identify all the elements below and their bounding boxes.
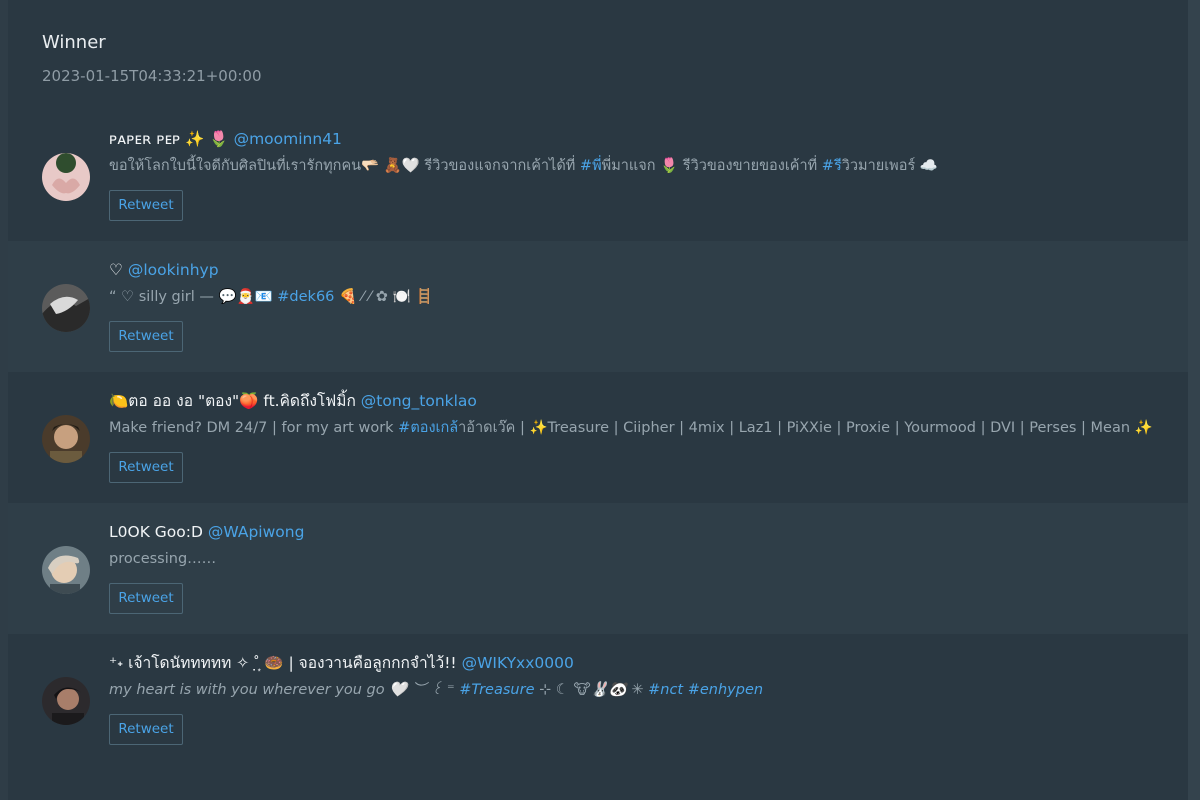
entry-row: ♡ @lookinhyp “ ♡ silly girl — 💬🎅📧 #dek66 … (8, 241, 1188, 372)
hashtag-link[interactable]: #พ (580, 158, 602, 174)
avatar-bw-photo[interactable] (42, 284, 90, 332)
user-name-line: ♡ @lookinhyp (109, 259, 219, 281)
bio-text: ขอให้โลกใบนี้ใจดีกับศิลปินที่เรารักทุกคน… (109, 158, 580, 174)
hashtag-link[interactable]: #dek66 (277, 289, 334, 305)
page-title: Winner (42, 32, 106, 53)
bio-text: ีวิวมายเพอร์ ☁️ (841, 158, 938, 174)
user-handle-link[interactable]: @moominn41 (234, 130, 342, 148)
hashtag-link[interactable]: #nct #enhypen (648, 682, 763, 698)
retweet-button[interactable]: Retweet (109, 452, 183, 483)
retweet-button[interactable]: Retweet (109, 321, 183, 352)
user-handle-link[interactable]: @lookinhyp (128, 261, 219, 279)
entry-row: ᴘᴀᴘᴇʀ ᴘᴇᴘ ✨ 🌷 @moominn41 ขอให้โลกใบนี้ใจด… (8, 110, 1188, 241)
bio-text: ⊹ ☾ 🐮🐰🐼 ✳ (534, 682, 649, 698)
user-bio: processing…… (109, 548, 216, 570)
user-name-line: ⁺˖ เจ้าโดนัททททท ✧ ˚̣̣̣͙ 🍩 | จองวานคือลู… (109, 652, 574, 674)
bio-text: 🍕 ⁄ ⁄ ✿ 🍽️ 🪜 (334, 289, 434, 305)
avatar-person-photo[interactable] (42, 415, 90, 463)
user-handle-link[interactable]: @WApiwong (208, 523, 305, 541)
hashtag-link[interactable]: #ร (822, 158, 842, 174)
bio-text: my heart is with you wherever you go 🤍 ︶… (109, 682, 460, 698)
bio-text: Make friend? DM 24/7 | for my art work (109, 420, 399, 436)
hashtag-link[interactable]: #Treasure (459, 682, 534, 698)
entry-row: ⁺˖ เจ้าโดนัททททท ✧ ˚̣̣̣͙ 🍩 | จองวานคือลู… (8, 634, 1188, 765)
avatar-blonde-photo[interactable] (42, 546, 90, 594)
display-name: 🍋ตอ ออ งอ "ตอง"🍑 ft.คิดถึงโฟมิ้ก (109, 392, 356, 410)
hashtag-link[interactable]: #ตองเกล (398, 420, 458, 436)
user-bio: Make friend? DM 24/7 | for my art work #… (109, 417, 1153, 439)
scrollbar[interactable] (1188, 0, 1200, 800)
display-name: ᴘᴀᴘᴇʀ ᴘᴇᴘ ✨ 🌷 (109, 130, 229, 148)
bio-text: processing…… (109, 551, 217, 567)
retweet-button[interactable]: Retweet (109, 714, 183, 745)
retweet-button[interactable]: Retweet (109, 190, 183, 221)
display-name: ♡ (109, 261, 123, 279)
entry-row: 🍋ตอ ออ งอ "ตอง"🍑 ft.คิดถึงโฟมิ้ก @tong_t… (8, 372, 1188, 503)
user-name-line: L0OK Goo:D @WApiwong (109, 521, 304, 543)
entry-row: L0OK Goo:D @WApiwong processing…… Retweet (8, 503, 1188, 634)
winner-panel: Winner 2023-01-15T04:33:21+00:00 ᴘᴀᴘᴇʀ ᴘ… (8, 0, 1188, 800)
bio-text: ้าอ้าดเว๊ค | ✨Treasure | Ciipher | 4mix … (458, 420, 1153, 436)
user-name-line: 🍋ตอ ออ งอ "ตอง"🍑 ft.คิดถึงโฟมิ้ก @tong_t… (109, 390, 477, 412)
user-handle-link[interactable]: @tong_tonklao (361, 392, 477, 410)
bio-text: ี่พี่มาแจก 🌷 รีวิวของขายของเค้าที่ (601, 158, 822, 174)
avatar-dark-photo[interactable] (42, 677, 90, 725)
user-bio: ขอให้โลกใบนี้ใจดีกับศิลปินที่เรารักทุกคน… (109, 155, 938, 177)
user-bio: my heart is with you wherever you go 🤍 ︶… (109, 679, 763, 701)
display-name: ⁺˖ เจ้าโดนัททททท ✧ ˚̣̣̣͙ 🍩 | จองวานคือลู… (109, 654, 457, 672)
user-handle-link[interactable]: @WIKYxx0000 (462, 654, 574, 672)
user-bio: “ ♡ silly girl — 💬🎅📧 #dek66 🍕 ⁄ ⁄ ✿ 🍽️ 🪜 (109, 286, 433, 308)
retweet-button[interactable]: Retweet (109, 583, 183, 614)
timestamp: 2023-01-15T04:33:21+00:00 (42, 67, 262, 85)
display-name: L0OK Goo:D (109, 523, 203, 541)
avatar-heart-hands[interactable] (42, 153, 90, 201)
user-name-line: ᴘᴀᴘᴇʀ ᴘᴇᴘ ✨ 🌷 @moominn41 (109, 128, 342, 150)
bio-text: “ ♡ silly girl — 💬🎅📧 (109, 289, 278, 305)
